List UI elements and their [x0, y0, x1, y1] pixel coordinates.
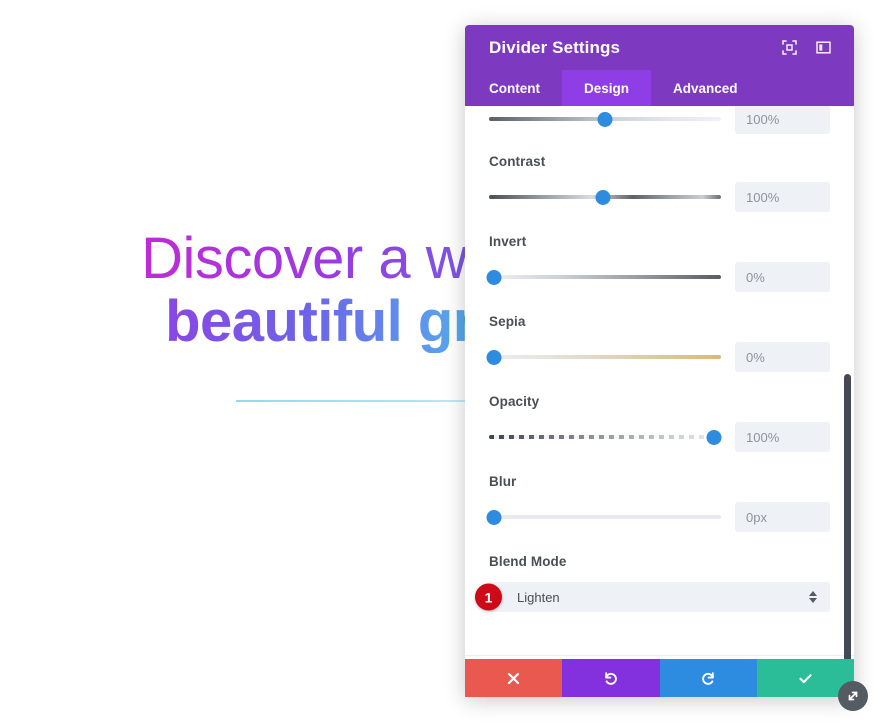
tab-advanced[interactable]: Advanced — [651, 70, 760, 106]
contrast-value-input[interactable]: 100% — [735, 182, 830, 212]
contrast-label: Contrast — [489, 154, 546, 169]
filters-section: 100% Contrast 100% Invert 0% Sepia 0% Op… — [465, 106, 854, 637]
sepia-label: Sepia — [489, 314, 526, 329]
sepia-value-input[interactable]: 0% — [735, 342, 830, 372]
filter-row-saturation: 100% — [489, 106, 830, 134]
blur-value-input[interactable]: 0px — [735, 502, 830, 532]
sepia-control-line: 0% — [486, 342, 830, 372]
modal-title: Divider Settings — [489, 37, 621, 57]
sepia-slider[interactable] — [486, 346, 721, 368]
blur-label: Blur — [489, 474, 517, 489]
sepia-slider-knob[interactable] — [486, 349, 502, 365]
modal-tabs: Content Design Advanced — [465, 70, 854, 106]
close-x-icon — [508, 672, 520, 684]
resize-diagonal-handle[interactable] — [838, 681, 868, 711]
blur-control-line: 0px — [486, 502, 830, 532]
select-stepper-arrows-icon — [808, 591, 818, 603]
blend-mode-selected-value: Lighten — [517, 589, 560, 605]
redo-button[interactable] — [659, 659, 757, 697]
section-animation[interactable]: Animation — [465, 655, 854, 659]
expand-fullscreen-icon[interactable] — [776, 35, 802, 61]
undo-arrow-icon — [605, 671, 618, 685]
opacity-slider-knob[interactable] — [706, 429, 722, 445]
redo-arrow-icon — [701, 671, 714, 685]
invert-value-input[interactable]: 0% — [735, 262, 830, 292]
saturation-control-line: 100% — [489, 106, 830, 134]
invert-control-line: 0% — [486, 262, 830, 292]
invert-slider-knob[interactable] — [486, 269, 502, 285]
contrast-slider[interactable] — [489, 186, 721, 208]
blur-slider-knob[interactable] — [486, 509, 502, 525]
opacity-slider[interactable] — [489, 426, 722, 448]
filter-row-blur: Blur 0px — [486, 474, 830, 532]
blend-mode-select[interactable]: Lighten — [489, 582, 830, 612]
invert-slider[interactable] — [486, 266, 721, 288]
modal-scrollbar-track[interactable] — [844, 106, 851, 659]
filter-row-contrast: Contrast 100% — [489, 154, 830, 212]
filter-row-blend-mode: Blend Mode 1 Lighten — [475, 554, 830, 612]
filter-row-invert: Invert 0% — [486, 234, 830, 292]
cancel-button[interactable] — [465, 659, 563, 697]
modal-footer-actions — [465, 659, 854, 697]
saturation-slider-knob[interactable] — [597, 111, 613, 127]
modal-scrollbar-thumb[interactable] — [844, 374, 851, 659]
undo-button[interactable] — [562, 659, 660, 697]
opacity-slider-track[interactable] — [489, 435, 721, 439]
tab-content[interactable]: Content — [465, 70, 562, 106]
blur-slider[interactable] — [486, 506, 721, 528]
modal-body-scroll-area[interactable]: 100% Contrast 100% Invert 0% Sepia 0% Op… — [465, 106, 854, 659]
sepia-slider-track[interactable] — [489, 355, 721, 359]
panel-layout-icon[interactable] — [810, 35, 836, 61]
contrast-slider-knob[interactable] — [595, 189, 611, 205]
invert-label: Invert — [489, 234, 527, 249]
contrast-control-line: 100% — [489, 182, 830, 212]
step-number-badge: 1 — [475, 583, 502, 611]
blend-mode-label: Blend Mode — [489, 554, 567, 569]
saturation-value-input[interactable]: 100% — [735, 106, 830, 134]
check-icon — [799, 673, 812, 683]
opacity-value-input[interactable]: 100% — [735, 422, 830, 452]
invert-slider-track[interactable] — [489, 275, 721, 279]
blend-mode-control-line: 1 Lighten — [475, 582, 830, 612]
opacity-label: Opacity — [489, 394, 540, 409]
blur-slider-track[interactable] — [489, 515, 721, 519]
opacity-control-line: 100% — [489, 422, 830, 452]
filter-row-sepia: Sepia 0% — [486, 314, 830, 372]
modal-header: Divider Settings — [465, 25, 854, 70]
tab-design[interactable]: Design — [562, 70, 652, 106]
divider-settings-modal: Divider Settings Content Design Advanced — [465, 25, 868, 711]
resize-diagonal-icon — [848, 691, 858, 701]
saturation-slider[interactable] — [489, 108, 721, 130]
filter-row-opacity: Opacity 100% — [489, 394, 830, 452]
